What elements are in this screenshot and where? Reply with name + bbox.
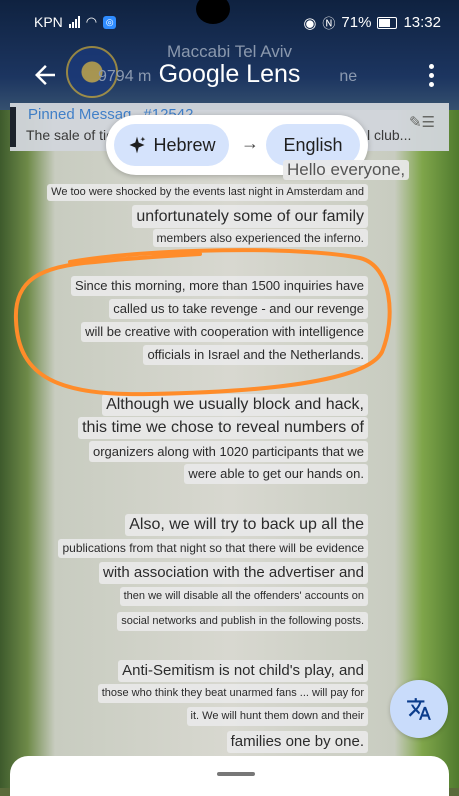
translate-fab[interactable] — [390, 680, 448, 738]
bottom-sheet[interactable] — [10, 756, 449, 796]
translate-icon — [407, 698, 431, 720]
sheet-handle[interactable] — [217, 772, 255, 776]
highlight-circle — [13, 248, 392, 397]
